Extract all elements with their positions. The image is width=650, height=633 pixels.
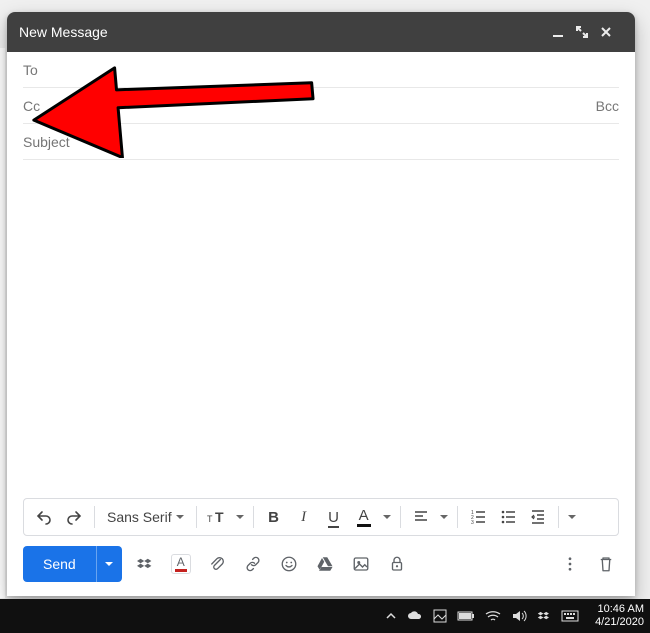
discard-draft-icon[interactable] — [593, 551, 619, 577]
onedrive-icon[interactable] — [407, 610, 423, 622]
send-button-label: Send — [23, 546, 96, 582]
numbered-list-button[interactable]: 123 — [464, 503, 492, 531]
align-button[interactable] — [407, 503, 435, 531]
svg-text:T: T — [207, 514, 213, 524]
separator — [196, 506, 197, 528]
taskbar-clock[interactable]: 10:46 AM 4/21/2020 — [595, 603, 644, 629]
fullscreen-button[interactable] — [575, 25, 599, 39]
caret-down-icon — [176, 515, 184, 519]
background-page-edge — [0, 48, 5, 598]
caret-down-icon — [440, 515, 448, 519]
text-color-caret[interactable] — [380, 503, 394, 531]
undo-button[interactable] — [30, 503, 58, 531]
font-family-label: Sans Serif — [107, 509, 172, 525]
bcc-toggle[interactable]: Bcc — [596, 98, 619, 114]
compose-window: New Message To Cc Bcc — [7, 12, 635, 596]
formatting-toolbar: Sans Serif TT B I U A 123 — [23, 498, 619, 536]
compose-title: New Message — [19, 24, 551, 40]
caret-down-icon — [236, 515, 244, 519]
message-body[interactable] — [7, 160, 635, 498]
more-formatting-button[interactable] — [565, 503, 579, 531]
font-size-button[interactable]: TT — [203, 503, 231, 531]
svg-text:3: 3 — [471, 520, 474, 525]
caret-down-icon — [568, 515, 576, 519]
wifi-icon[interactable] — [485, 610, 501, 622]
align-caret[interactable] — [437, 503, 451, 531]
dropbox-text-format-icon[interactable]: A — [168, 551, 194, 577]
font-size-caret[interactable] — [233, 503, 247, 531]
compose-titlebar: New Message — [7, 12, 635, 52]
bold-button[interactable]: B — [260, 503, 288, 531]
separator — [94, 506, 95, 528]
italic-button[interactable]: I — [290, 503, 318, 531]
svg-text:T: T — [215, 509, 224, 525]
compose-action-row: Send A — [7, 546, 635, 596]
tray-chevron-icon[interactable] — [385, 610, 397, 622]
more-options-icon[interactable] — [557, 551, 583, 577]
header-fields: To Cc Bcc — [7, 52, 635, 160]
close-button[interactable] — [599, 25, 623, 39]
to-field-row[interactable]: To — [23, 52, 619, 88]
separator — [400, 506, 401, 528]
dropbox-icon[interactable] — [132, 551, 158, 577]
input-keyboard-icon[interactable] — [561, 610, 579, 622]
insert-link-icon[interactable] — [240, 551, 266, 577]
cc-field-row[interactable]: Cc Bcc — [23, 88, 619, 124]
subject-field-row[interactable] — [23, 124, 619, 160]
text-color-button[interactable]: A — [350, 503, 378, 531]
battery-icon[interactable] — [457, 610, 475, 622]
system-tray: 10:46 AM 4/21/2020 — [385, 603, 644, 629]
windows-taskbar: 10:46 AM 4/21/2020 — [0, 599, 650, 633]
caret-down-icon — [383, 515, 391, 519]
taskbar-time: 10:46 AM — [598, 603, 644, 616]
cc-input[interactable] — [40, 94, 596, 118]
underline-button[interactable]: U — [320, 503, 348, 531]
font-family-picker[interactable]: Sans Serif — [101, 503, 190, 531]
insert-drive-icon[interactable] — [312, 551, 338, 577]
redo-button[interactable] — [60, 503, 88, 531]
separator — [457, 506, 458, 528]
indent-less-button[interactable] — [524, 503, 552, 531]
insert-photo-icon[interactable] — [348, 551, 374, 577]
volume-icon[interactable] — [511, 609, 527, 623]
insert-emoji-icon[interactable] — [276, 551, 302, 577]
taskbar-date: 4/21/2020 — [595, 616, 644, 629]
tray-app-icon[interactable] — [433, 609, 447, 623]
minimize-button[interactable] — [551, 25, 575, 39]
browser-scrollbar[interactable] — [635, 12, 650, 596]
bulleted-list-button[interactable] — [494, 503, 522, 531]
separator — [253, 506, 254, 528]
separator — [558, 506, 559, 528]
send-button[interactable]: Send — [23, 546, 122, 582]
to-label: To — [23, 62, 38, 78]
cc-label: Cc — [23, 98, 40, 114]
send-options-dropdown[interactable] — [96, 546, 122, 582]
attach-file-icon[interactable] — [204, 551, 230, 577]
confidential-mode-icon[interactable] — [384, 551, 410, 577]
dropbox-tray-icon[interactable] — [537, 609, 551, 623]
caret-down-icon — [105, 562, 113, 566]
subject-input[interactable] — [23, 130, 619, 154]
to-input[interactable] — [38, 58, 619, 82]
